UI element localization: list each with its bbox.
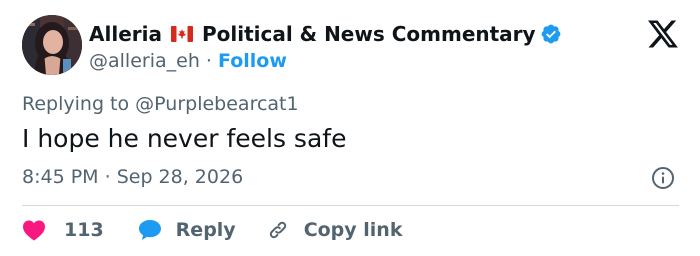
like-count[interactable]: 113 — [64, 219, 104, 241]
avatar[interactable] — [22, 15, 82, 75]
author-name-row[interactable]: Alleria Political & News Commentary — [89, 20, 620, 48]
follow-button[interactable]: Follow — [218, 50, 287, 72]
tweet-card: Alleria Political & News Commentary @all… — [0, 0, 700, 256]
replying-to-label: Replying to — [22, 93, 130, 115]
reply-label[interactable]: Reply — [176, 219, 236, 241]
copy-link-label[interactable]: Copy link — [304, 219, 403, 241]
tweet-time[interactable]: 8:45 PM — [22, 166, 99, 188]
link-icon[interactable] — [266, 218, 290, 242]
replying-to-handle[interactable]: @Purplebearcat1 — [135, 93, 298, 115]
tweet-text: I hope he never feels safe — [22, 124, 347, 153]
display-name[interactable]: Alleria — [89, 22, 162, 46]
timestamp[interactable]: 8:45 PM · Sep 28, 2026 — [22, 166, 243, 188]
action-bar: 113 Reply Copy link — [22, 216, 402, 244]
avatar-image — [22, 15, 82, 75]
reply-button[interactable]: Reply — [138, 219, 236, 241]
timestamp-separator: · — [104, 166, 111, 188]
handle-row: @alleria_eh · Follow — [89, 50, 620, 76]
verified-badge-icon[interactable] — [540, 23, 562, 45]
x-logo-icon[interactable] — [648, 20, 678, 48]
speech-bubble-icon[interactable] — [138, 219, 162, 241]
replying-to: Replying to @Purplebearcat1 — [22, 93, 299, 115]
canada-flag-icon — [170, 26, 193, 42]
info-icon[interactable] — [651, 166, 675, 190]
copy-link-button[interactable]: Copy link — [266, 218, 403, 242]
handle-separator: · — [205, 50, 212, 72]
handle[interactable]: @alleria_eh — [89, 50, 200, 72]
author-block: Alleria Political & News Commentary @all… — [89, 20, 620, 76]
tweet-date[interactable]: Sep 28, 2026 — [117, 166, 243, 188]
heart-icon[interactable] — [22, 219, 46, 241]
like-button[interactable]: 113 — [22, 219, 104, 241]
divider — [22, 205, 679, 206]
display-name-suffix[interactable]: Political & News Commentary — [202, 22, 536, 46]
